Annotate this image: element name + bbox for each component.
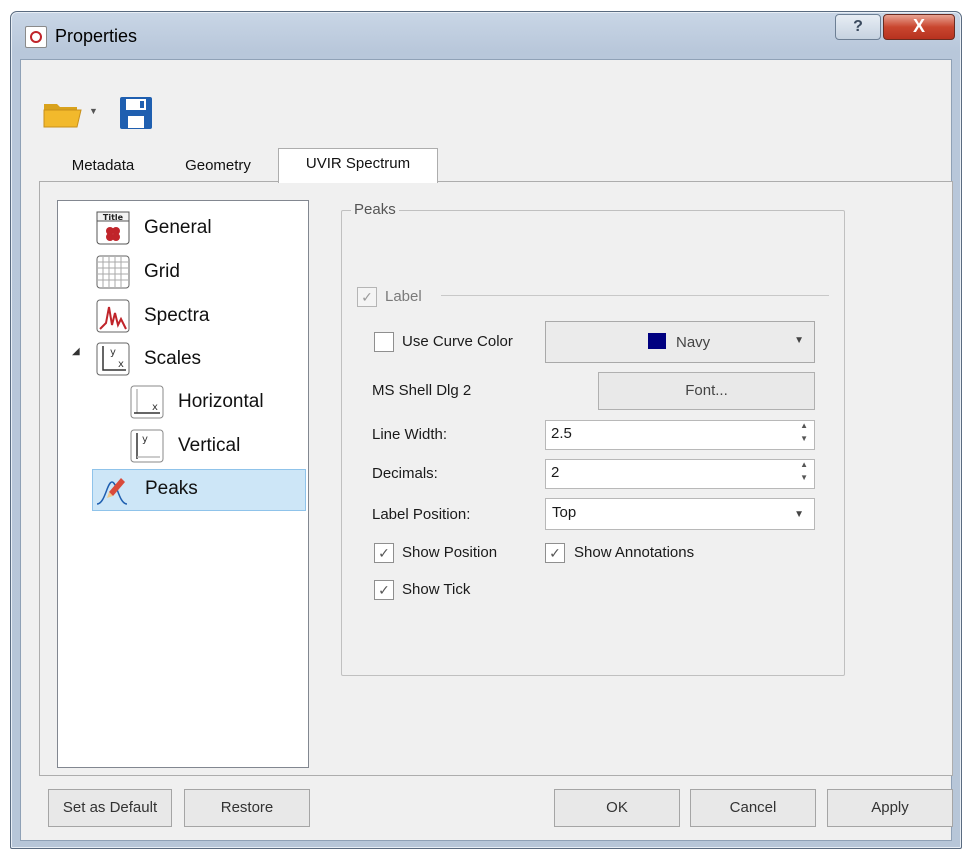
set-as-default-button[interactable]: Set as Default: [48, 789, 172, 827]
color-swatch: [648, 333, 666, 349]
label-checkbox-label: Label: [385, 288, 422, 305]
app-icon: [25, 26, 47, 48]
ok-button[interactable]: OK: [554, 789, 680, 827]
tree-item-general[interactable]: Title General: [96, 209, 296, 249]
title-bar[interactable]: Properties ? X: [11, 12, 961, 58]
font-button[interactable]: Font...: [598, 372, 815, 410]
tree-item-label: Grid: [144, 261, 180, 282]
show-tick-checkbox[interactable]: ✓: [374, 580, 394, 600]
show-position-label: Show Position: [402, 544, 498, 561]
use-curve-color-checkbox[interactable]: [374, 332, 394, 352]
tab-metadata[interactable]: Metadata: [55, 152, 151, 180]
spin-up-icon[interactable]: ▲: [800, 421, 808, 430]
spin-up-icon[interactable]: ▲: [800, 460, 808, 469]
color-select[interactable]: Navy ▼: [545, 321, 815, 363]
spin-down-icon[interactable]: ▼: [800, 434, 808, 443]
tree-item-vertical[interactable]: y Vertical: [130, 427, 306, 467]
settings-tree[interactable]: Title General Grid Spectra ◢ y x Scales …: [57, 200, 309, 768]
line-width-label: Line Width:: [372, 426, 448, 443]
svg-text:Title: Title: [103, 213, 124, 222]
show-annotations-label: Show Annotations: [574, 544, 695, 561]
horizontal-axis-icon: x: [130, 385, 164, 419]
label-position-value: Top: [552, 504, 577, 521]
tree-item-label: General: [144, 217, 212, 238]
use-curve-color-label: Use Curve Color: [402, 333, 513, 350]
tree-item-label: Vertical: [178, 435, 241, 456]
tree-item-label: Spectra: [144, 305, 210, 326]
line-width-value: 2.5: [551, 425, 572, 442]
floppy-disk-icon: [120, 97, 152, 129]
tab-uvir-spectrum[interactable]: UVIR Spectrum: [278, 148, 438, 183]
tab-geometry[interactable]: Geometry: [171, 152, 265, 180]
svg-text:x: x: [152, 402, 158, 413]
cancel-button[interactable]: Cancel: [690, 789, 816, 827]
peaks-group-title: Peaks: [351, 201, 399, 218]
peak-pencil-icon: [96, 478, 128, 505]
svg-text:x: x: [118, 359, 124, 370]
tree-item-scales[interactable]: y x Scales: [96, 340, 296, 380]
save-button[interactable]: [119, 96, 153, 130]
tree-item-label: Horizontal: [178, 391, 264, 412]
line-width-spinbox[interactable]: 2.5 ▲ ▼: [545, 420, 815, 450]
collapse-arrow-icon[interactable]: ◢: [72, 346, 80, 357]
window-title: Properties: [55, 26, 138, 46]
restore-button[interactable]: Restore: [184, 789, 310, 827]
tree-item-grid[interactable]: Grid: [96, 253, 296, 293]
svg-text:y: y: [142, 434, 148, 445]
decimals-value: 2: [551, 464, 560, 481]
title-icon: Title: [96, 211, 130, 245]
tree-item-spectra[interactable]: Spectra: [96, 297, 296, 337]
label-position-select[interactable]: Top ▼: [545, 498, 815, 530]
color-name: Navy: [676, 334, 711, 351]
properties-window: Properties ? X ▼ Metadata Geometry UVIR …: [10, 11, 962, 849]
spectrum-icon: [96, 299, 130, 333]
spin-down-icon[interactable]: ▼: [800, 473, 808, 482]
close-button[interactable]: X: [883, 14, 955, 40]
dialog-body: ▼ Metadata Geometry UVIR Spectrum Title: [20, 59, 953, 841]
axes-icon: y x: [96, 342, 130, 376]
chevron-down-icon: ▼: [794, 509, 804, 520]
vertical-axis-icon: y: [130, 429, 164, 463]
svg-text:y: y: [110, 347, 116, 358]
font-name-label: MS Shell Dlg 2: [372, 382, 472, 399]
show-position-checkbox[interactable]: ✓: [374, 543, 394, 563]
tree-item-label: Scales: [144, 348, 202, 369]
label-checkbox[interactable]: ✓: [357, 287, 377, 307]
tree-item-peaks[interactable]: Peaks: [92, 469, 306, 511]
show-tick-label: Show Tick: [402, 581, 471, 598]
tree-item-horizontal[interactable]: x Horizontal: [130, 383, 306, 423]
tree-item-label: Peaks: [145, 478, 198, 499]
chevron-down-icon: ▼: [794, 335, 804, 346]
label-position-label: Label Position:: [372, 506, 471, 523]
label-separator: [441, 295, 829, 296]
decimals-spinbox[interactable]: 2 ▲ ▼: [545, 459, 815, 489]
show-annotations-checkbox[interactable]: ✓: [545, 543, 565, 563]
open-file-button[interactable]: ▼: [43, 96, 99, 128]
grid-icon: [96, 255, 130, 289]
apply-button[interactable]: Apply: [827, 789, 953, 827]
dropdown-arrow-icon[interactable]: ▼: [89, 106, 98, 116]
help-button[interactable]: ?: [835, 14, 881, 40]
folder-open-icon: [43, 104, 82, 128]
decimals-label: Decimals:: [372, 465, 438, 482]
